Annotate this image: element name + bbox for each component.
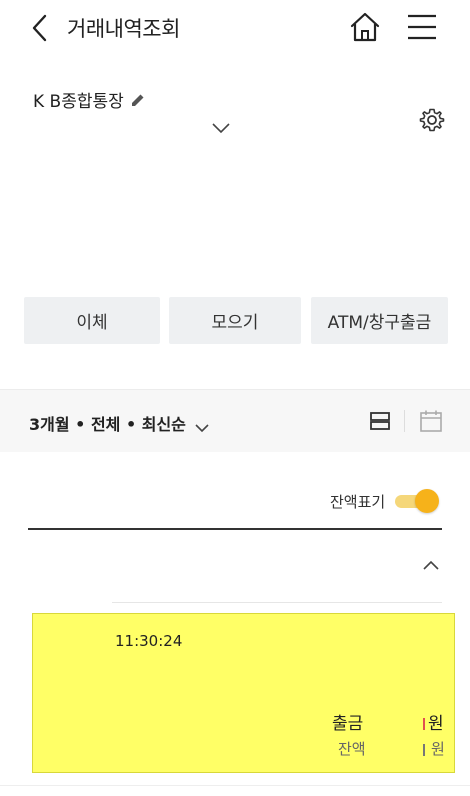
divider xyxy=(112,602,442,603)
transaction-item[interactable]: 11:30:24 출금 원 잔액 원 xyxy=(32,613,455,773)
balance-unit: 원 xyxy=(431,740,445,758)
page-title: 거래내역조회 xyxy=(67,17,180,41)
filter-selector[interactable]: 3개월 • 전체 • 최신순 xyxy=(29,411,210,435)
gear-icon xyxy=(419,108,445,132)
transaction-type: 출금 xyxy=(332,714,364,734)
account-dropdown-button[interactable] xyxy=(210,120,232,134)
list-view-button[interactable] xyxy=(369,410,391,432)
chevron-down-icon xyxy=(212,123,230,134)
transaction-amount: 원 xyxy=(423,709,444,734)
account-name-label: K B종합통장 xyxy=(33,92,124,112)
transaction-balance: 원 xyxy=(423,738,445,759)
toggle-knob xyxy=(415,489,440,513)
list-view-icon xyxy=(370,412,390,430)
app-header: 거래내역조회 xyxy=(0,0,470,60)
divider xyxy=(404,410,405,432)
filter-label: 3개월 • 전체 • 최신순 xyxy=(29,415,186,434)
calendar-icon xyxy=(420,410,442,432)
settings-button[interactable] xyxy=(419,107,445,133)
menu-icon xyxy=(408,14,436,40)
divider xyxy=(0,785,470,786)
calendar-view-button[interactable] xyxy=(419,409,443,433)
collapse-button[interactable] xyxy=(421,557,441,571)
balance-display-label: 잔액표기 xyxy=(330,492,386,511)
pencil-icon[interactable] xyxy=(130,92,146,108)
back-icon xyxy=(32,14,47,42)
account-name[interactable]: K B종합통장 xyxy=(33,87,146,112)
back-button[interactable] xyxy=(28,12,54,44)
save-button[interactable]: 모으기 xyxy=(169,297,301,344)
balance-display-setting: 잔액표기 xyxy=(330,488,441,514)
menu-button[interactable] xyxy=(406,12,438,42)
home-button[interactable] xyxy=(348,10,382,44)
home-icon xyxy=(350,12,380,42)
transaction-balance-label: 잔액 xyxy=(338,740,366,758)
chevron-up-icon xyxy=(423,560,439,570)
amount-unit: 원 xyxy=(428,714,444,734)
filter-bar: 3개월 • 전체 • 최신순 xyxy=(0,389,470,452)
transfer-button[interactable]: 이체 xyxy=(24,297,160,344)
balance-display-toggle[interactable] xyxy=(393,488,441,514)
atm-withdrawal-button[interactable]: ATM/창구출금 xyxy=(311,297,448,344)
chevron-down-icon xyxy=(194,418,210,433)
divider xyxy=(28,528,442,530)
transaction-time: 11:30:24 xyxy=(115,632,183,650)
